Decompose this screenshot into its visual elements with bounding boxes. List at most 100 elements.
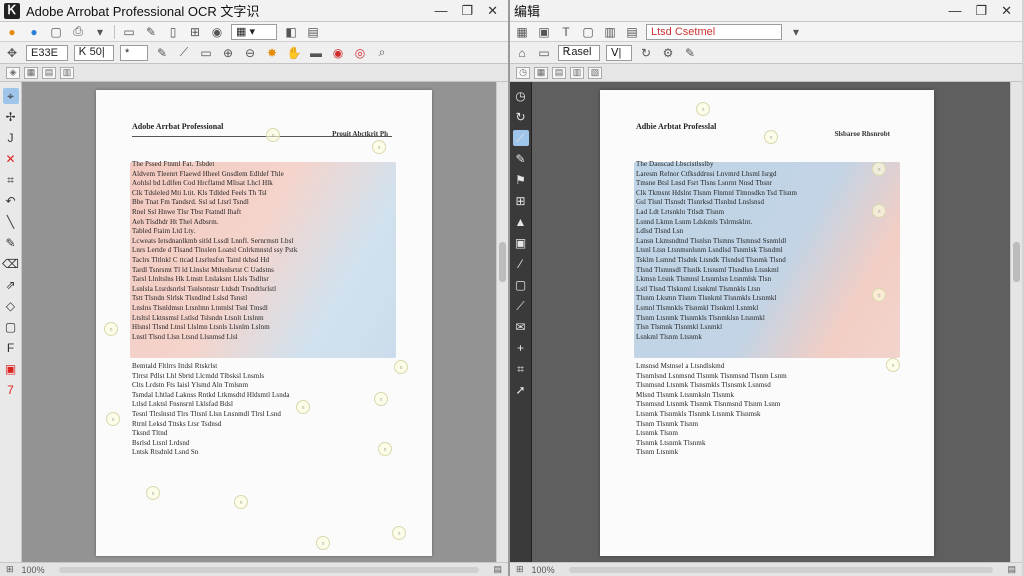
view-mode-icon[interactable]: ▤: [493, 564, 502, 575]
tool-icon[interactable]: ✢: [3, 109, 19, 125]
zoom-field[interactable]: Ε33Ε: [26, 44, 68, 61]
open-icon[interactable]: ●: [4, 24, 20, 40]
line-icon[interactable]: ╲: [3, 214, 19, 230]
minimize-button[interactable]: —: [948, 3, 961, 19]
minimize-button[interactable]: —: [434, 3, 447, 19]
zoom-field[interactable]: Ꭱasel: [558, 44, 600, 61]
maximize-button[interactable]: ❐: [975, 3, 987, 19]
layout-icon[interactable]: ▤: [624, 24, 640, 40]
eye-icon[interactable]: ◉: [209, 24, 225, 40]
page-select[interactable]: ▦ ▾: [231, 23, 277, 40]
refresh-icon[interactable]: ↻: [513, 109, 529, 125]
refresh-icon[interactable]: ↻: [638, 45, 654, 61]
box-icon[interactable]: ▢: [580, 24, 596, 40]
plus-icon[interactable]: +: [513, 340, 529, 356]
page-icon[interactable]: ▭: [121, 24, 137, 40]
grid-icon[interactable]: ▦: [514, 24, 530, 40]
text-icon[interactable]: J: [3, 130, 19, 146]
minus-icon[interactable]: ▬: [308, 45, 324, 61]
pencil-icon[interactable]: ✎: [3, 235, 19, 251]
image-icon[interactable]: ▣: [536, 24, 552, 40]
vertical-scrollbar[interactable]: [496, 82, 508, 562]
tab-comments[interactable]: ▧: [588, 66, 602, 79]
panel-icon[interactable]: ▥: [602, 24, 618, 40]
record-icon[interactable]: ◉: [330, 45, 346, 61]
view-icon[interactable]: ▯: [165, 24, 181, 40]
ocr-marker-icon[interactable]: ▫: [764, 130, 778, 144]
shape-icon[interactable]: ◇: [3, 298, 19, 314]
rotate-icon[interactable]: ↶: [3, 193, 19, 209]
ocr-marker-icon[interactable]: ▫: [234, 495, 248, 509]
save-icon[interactable]: ▢: [48, 24, 64, 40]
frame-icon[interactable]: ▢: [513, 277, 529, 293]
ocr-marker-icon[interactable]: ▫: [378, 442, 392, 456]
ocr-icon[interactable]: ◎: [352, 45, 368, 61]
ocr-marker-icon[interactable]: ▫: [392, 526, 406, 540]
pen-icon[interactable]: ✎: [513, 151, 529, 167]
page-icon[interactable]: ▭: [536, 45, 552, 61]
close-button[interactable]: ✕: [1001, 3, 1012, 19]
cloud-icon[interactable]: ●: [26, 24, 42, 40]
mark-icon[interactable]: ▣: [3, 361, 19, 377]
horizontal-scrollbar[interactable]: [568, 566, 994, 573]
paint-icon[interactable]: ⟋: [513, 298, 529, 314]
ocr-marker-icon[interactable]: ▫: [296, 400, 310, 414]
page-field[interactable]: Ꮶ 50|: [74, 44, 114, 61]
flag-icon[interactable]: ⚑: [513, 172, 529, 188]
ocr-marker-icon[interactable]: ▫: [372, 140, 386, 154]
print-icon[interactable]: ⎙: [70, 24, 86, 40]
crop-icon[interactable]: ⌗: [513, 361, 529, 377]
ocr-marker-icon[interactable]: ▫: [872, 288, 886, 302]
arrow-icon[interactable]: ⇗: [3, 277, 19, 293]
eraser-icon[interactable]: ⌫: [2, 256, 19, 272]
tab-pages[interactable]: ▦: [24, 66, 38, 79]
layout-icon[interactable]: ⊞: [6, 564, 14, 575]
mail-icon[interactable]: ✉: [513, 319, 529, 335]
arrow-icon[interactable]: ➚: [513, 382, 529, 398]
camera-icon[interactable]: ◧: [283, 24, 299, 40]
search-icon[interactable]: ⌕: [374, 45, 390, 61]
wrench-icon[interactable]: ✎: [682, 45, 698, 61]
highlight-icon[interactable]: ⟋: [176, 45, 192, 61]
page-field[interactable]: Ⅴ|: [606, 44, 632, 61]
ocr-marker-icon[interactable]: ▫: [394, 360, 408, 374]
brush-icon[interactable]: ⁄: [513, 256, 529, 272]
frame-icon[interactable]: F: [3, 340, 19, 356]
pen-icon[interactable]: ✎: [154, 45, 170, 61]
tab-bookmarks[interactable]: ▤: [42, 66, 56, 79]
zoom-in-icon[interactable]: ⊕: [220, 45, 236, 61]
image-icon[interactable]: ▣: [513, 235, 529, 251]
ocr-marker-icon[interactable]: ▫: [696, 102, 710, 116]
close-button[interactable]: ✕: [487, 3, 498, 19]
ocr-marker-icon[interactable]: ▫: [886, 358, 900, 372]
vertical-scrollbar[interactable]: [1010, 82, 1022, 562]
text-tool-icon[interactable]: T: [558, 24, 574, 40]
ocr-marker-icon[interactable]: ▫: [106, 412, 120, 426]
home-icon[interactable]: ⌂: [514, 45, 530, 61]
edit-icon[interactable]: ✎: [143, 24, 159, 40]
nav-icon[interactable]: ✥: [4, 45, 20, 61]
search-dropdown-icon[interactable]: ▾: [788, 24, 804, 40]
hand-icon[interactable]: ✋: [286, 45, 302, 61]
dropdown-icon[interactable]: ▾: [92, 24, 108, 40]
comment-icon[interactable]: ▭: [198, 45, 214, 61]
tab-thumbnail[interactable]: ◈: [6, 66, 20, 79]
layout-icon[interactable]: ⊞: [516, 564, 524, 575]
zoom-out-icon[interactable]: ⊖: [242, 45, 258, 61]
redline-icon[interactable]: 7: [3, 382, 19, 398]
delete-icon[interactable]: ✕: [3, 151, 19, 167]
settings-icon[interactable]: ▤: [305, 24, 321, 40]
clock-icon[interactable]: ◷: [513, 88, 529, 104]
ocr-marker-icon[interactable]: ▫: [146, 486, 160, 500]
maximize-button[interactable]: ❐: [461, 3, 473, 19]
scroll-thumb[interactable]: [1013, 242, 1020, 282]
ocr-marker-icon[interactable]: ▫: [374, 392, 388, 406]
ocr-marker-icon[interactable]: ▫: [266, 128, 280, 142]
scroll-thumb[interactable]: [499, 242, 506, 282]
grid-icon[interactable]: ⊞: [513, 193, 529, 209]
gear-icon[interactable]: ⚙: [660, 45, 676, 61]
highlight-icon[interactable]: ⟋: [512, 130, 529, 146]
select-icon[interactable]: ⌖: [2, 88, 19, 104]
tab-history[interactable]: ◷: [516, 66, 530, 79]
search-input[interactable]: Ltsd Csetmel: [646, 23, 782, 40]
